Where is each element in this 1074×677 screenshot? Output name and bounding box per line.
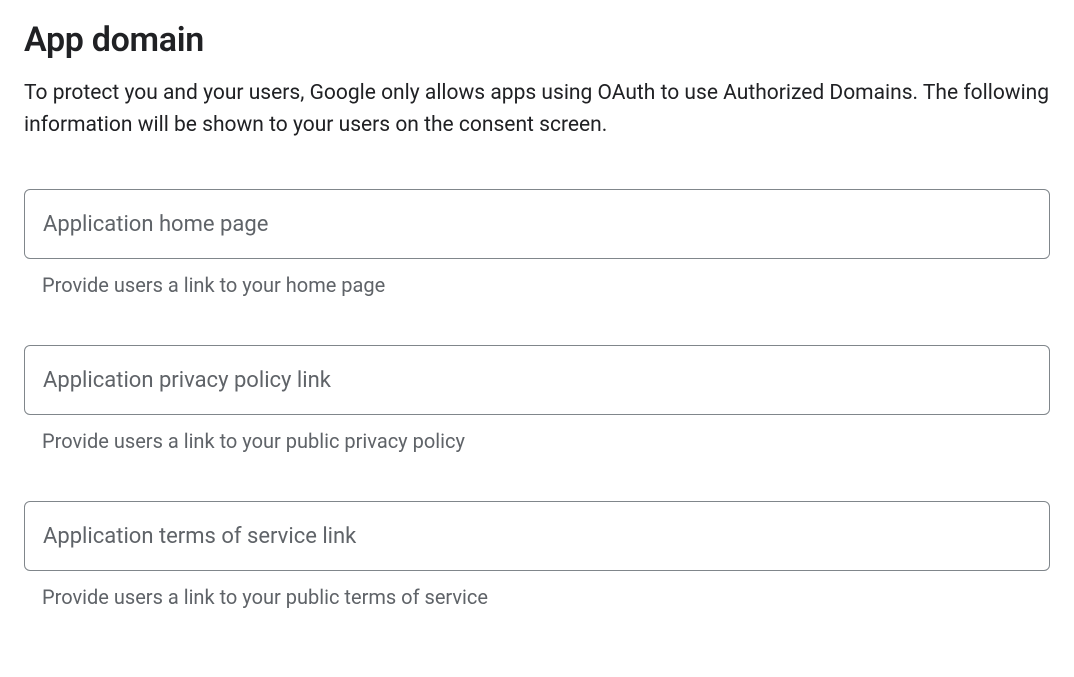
application-privacy-policy-input[interactable] [24,345,1050,415]
terms-of-service-helper-text: Provide users a link to your public term… [24,585,1050,609]
form-group-home-page: Provide users a link to your home page [24,189,1050,297]
form-group-privacy-policy: Provide users a link to your public priv… [24,345,1050,453]
section-description: To protect you and your users, Google on… [24,78,1050,141]
application-home-page-input[interactable] [24,189,1050,259]
application-terms-of-service-input[interactable] [24,501,1050,571]
section-title: App domain [24,20,1050,60]
form-group-terms-of-service: Provide users a link to your public term… [24,501,1050,609]
privacy-policy-helper-text: Provide users a link to your public priv… [24,429,1050,453]
home-page-helper-text: Provide users a link to your home page [24,273,1050,297]
